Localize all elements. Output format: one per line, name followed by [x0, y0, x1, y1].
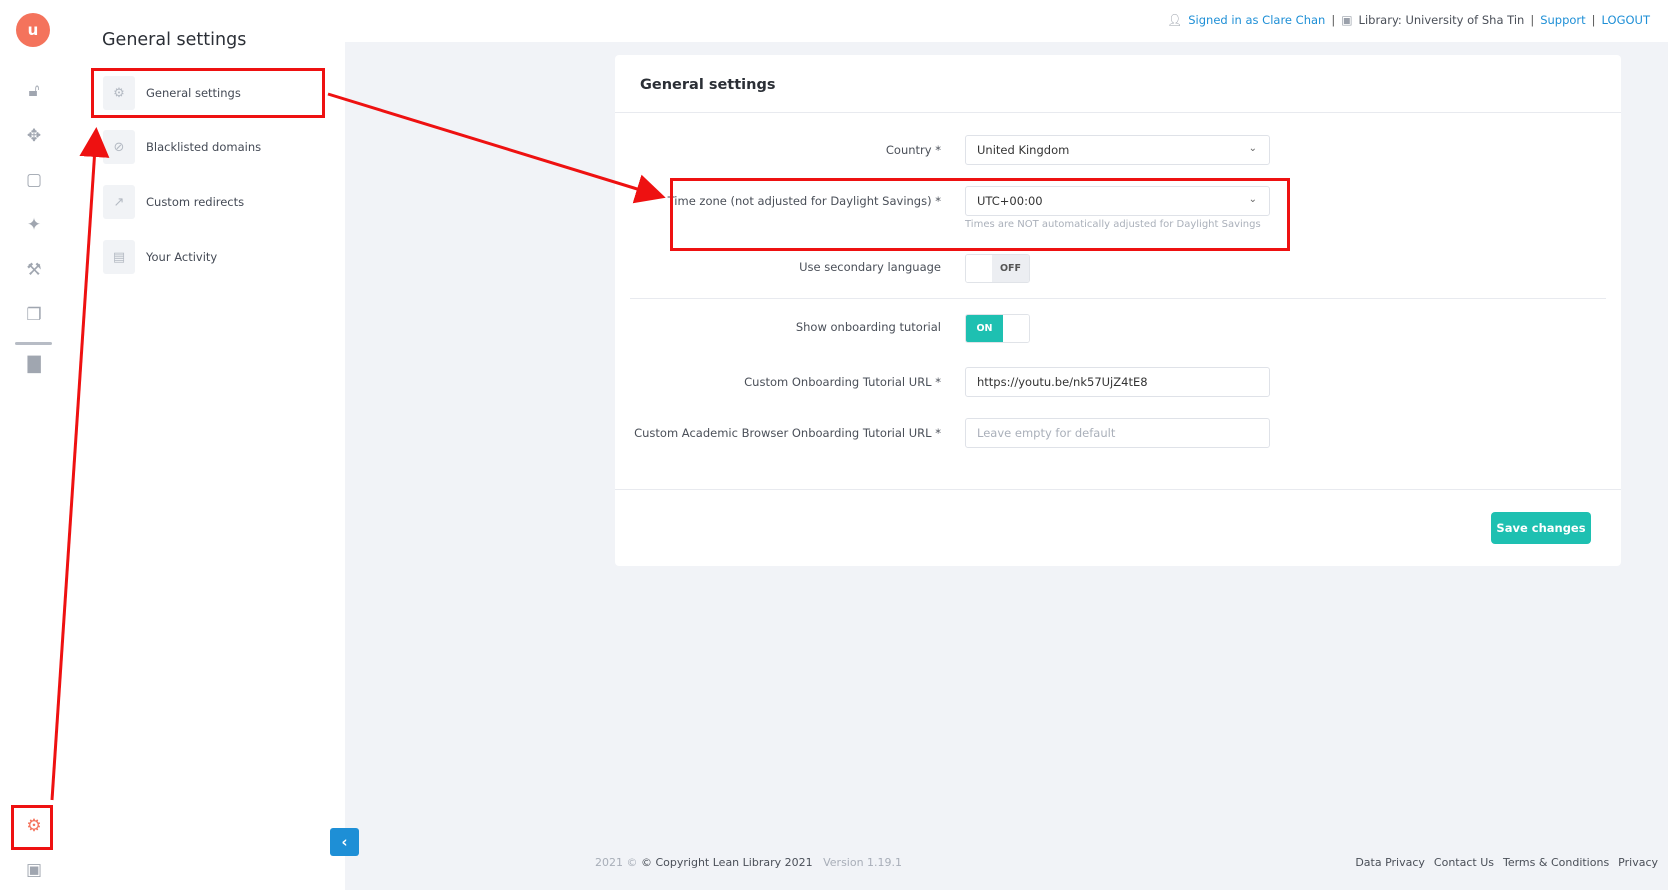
card-title: General settings	[640, 77, 776, 93]
external-link-icon: ↗	[103, 185, 135, 219]
custom-url-input[interactable]: https://youtu.be/nk57UjZ4tE8	[965, 367, 1270, 397]
highlight-box-submenu	[91, 68, 325, 118]
contact-us-link[interactable]: Contact Us	[1434, 856, 1494, 869]
unlock-icon[interactable]: 🔓︎	[22, 79, 46, 103]
user-icon: 👤︎	[1167, 13, 1183, 27]
divider	[615, 489, 1621, 490]
bar-chart-icon[interactable]: ▇	[22, 352, 46, 376]
arrow-to-timezone	[327, 92, 666, 204]
collapse-sidebar-button[interactable]: ‹	[330, 828, 359, 856]
briefcase-icon: ▣	[1341, 13, 1353, 27]
country-label: Country *	[885, 143, 941, 157]
footer-year: 2021 ©	[595, 856, 638, 869]
computer-user-icon[interactable]: ▣	[22, 858, 46, 882]
terms-link[interactable]: Terms & Conditions	[1503, 856, 1609, 869]
data-privacy-link[interactable]: Data Privacy	[1355, 856, 1425, 869]
puzzle-icon[interactable]: ✦	[22, 213, 46, 237]
move-icon[interactable]: ✥	[22, 124, 46, 148]
academic-url-placeholder: Leave empty for default	[977, 426, 1116, 440]
footer-copyright: 2021 © © Copyright Lean Library 2021 Ver…	[595, 856, 902, 869]
toggle-state: ON	[966, 315, 1003, 342]
separator: |	[1530, 13, 1535, 27]
clipboard-icon: ▤	[103, 240, 135, 274]
footer-links: Data Privacy Contact Us Terms & Conditio…	[1355, 856, 1658, 869]
separator: |	[1591, 13, 1596, 27]
highlight-box-timezone	[670, 178, 1290, 251]
divider	[615, 112, 1621, 113]
tools-icon[interactable]: ⚒	[22, 258, 46, 282]
custom-url-label: Custom Onboarding Tutorial URL *	[744, 375, 941, 389]
chevron-left-icon: ‹	[341, 833, 348, 851]
academic-url-label: Custom Academic Browser Onboarding Tutor…	[634, 426, 941, 440]
toggle-state: OFF	[992, 255, 1029, 282]
toggle-knob	[966, 255, 992, 282]
chevron-down-icon: ⌄	[1248, 143, 1257, 154]
signed-in-link[interactable]: Signed in as Clare Chan	[1188, 13, 1325, 27]
logout-link[interactable]: LOGOUT	[1602, 13, 1650, 27]
submenu-item-label: Custom redirects	[146, 195, 245, 209]
divider	[630, 298, 1606, 299]
submenu-item-label: Your Activity	[146, 250, 218, 264]
submenu-item-your-activity[interactable]: ▤ Your Activity	[103, 238, 333, 276]
app-logo[interactable]: u	[16, 13, 50, 47]
save-button[interactable]: Save changes	[1491, 512, 1591, 544]
highlight-box-gear	[11, 805, 53, 850]
support-link[interactable]: Support	[1540, 13, 1585, 27]
country-value: United Kingdom	[977, 143, 1070, 157]
settings-submenu: General settings ⚙ General settings ⊘ Bl…	[72, 0, 345, 890]
submenu-item-blacklisted-domains[interactable]: ⊘ Blacklisted domains	[103, 128, 333, 166]
submenu-title: General settings	[102, 30, 247, 50]
secondary-language-label: Use secondary language	[799, 260, 941, 274]
custom-url-value: https://youtu.be/nk57UjZ4tE8	[977, 375, 1148, 389]
stack-icon[interactable]: ❐	[22, 303, 46, 327]
library-name: Library: University of Sha Tin	[1358, 13, 1525, 27]
submenu-item-custom-redirects[interactable]: ↗ Custom redirects	[103, 183, 333, 221]
academic-url-input[interactable]: Leave empty for default	[965, 418, 1270, 448]
onboarding-label: Show onboarding tutorial	[795, 320, 941, 334]
user-info: 👤︎ Signed in as Clare Chan | ▣ Library: …	[1167, 13, 1650, 27]
onboarding-toggle[interactable]: ON	[965, 314, 1030, 343]
chat-icon[interactable]: ▢	[22, 168, 46, 192]
footer-copyright-text: © Copyright Lean Library 2021	[641, 856, 813, 869]
toggle-knob	[1003, 315, 1029, 342]
separator: |	[1331, 13, 1336, 27]
country-select[interactable]: United Kingdom ⌄	[965, 135, 1270, 165]
top-bar: 👤︎ Signed in as Clare Chan | ▣ Library: …	[345, 0, 1668, 42]
submenu-item-label: Blacklisted domains	[146, 140, 262, 154]
footer-version: Version 1.19.1	[823, 856, 903, 869]
settings-card: General settings Country * United Kingdo…	[615, 55, 1621, 566]
secondary-language-toggle[interactable]: OFF	[965, 254, 1030, 283]
rail-divider	[15, 342, 52, 345]
privacy-link[interactable]: Privacy	[1618, 856, 1658, 869]
icon-rail: u 🔓︎ ✥ ▢ ✦ ⚒ ❐ ▇ ⚙ ▣	[0, 0, 73, 890]
ban-icon: ⊘	[103, 130, 135, 164]
